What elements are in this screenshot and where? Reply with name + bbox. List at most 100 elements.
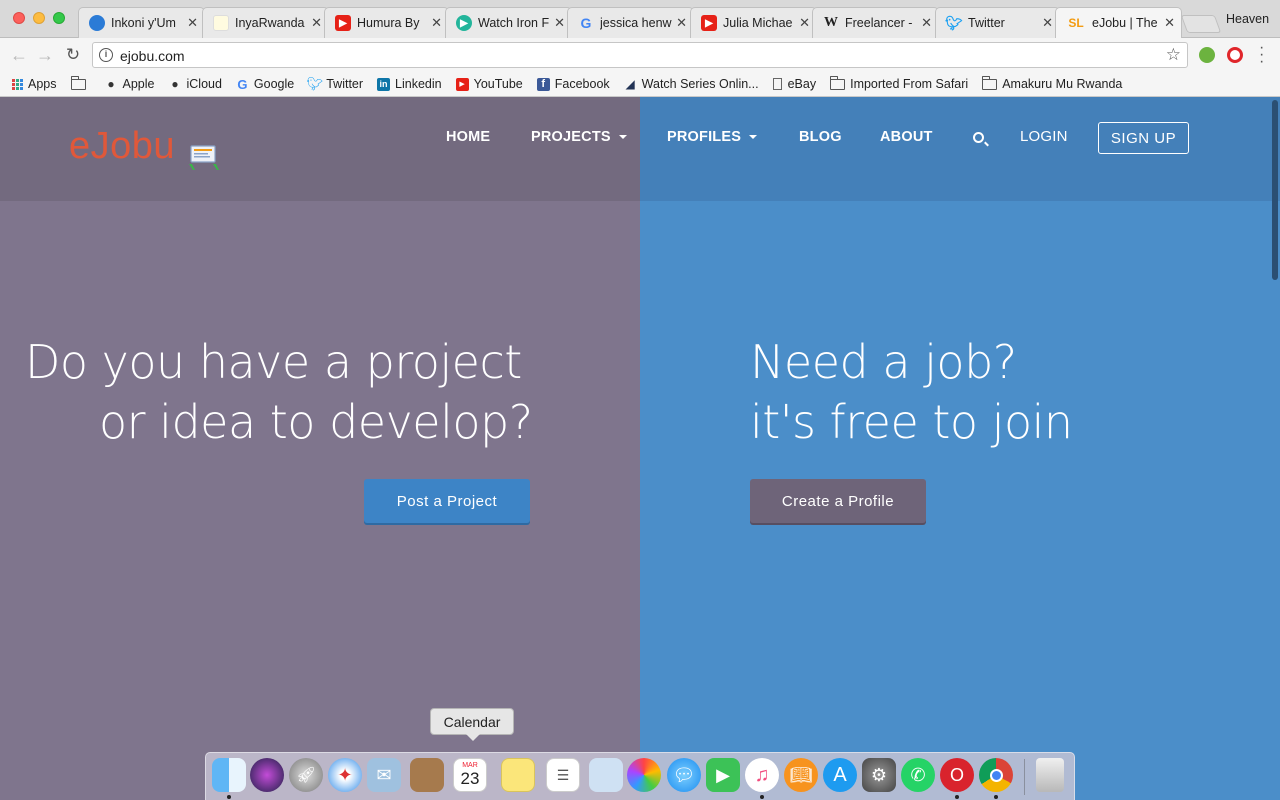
photos-icon[interactable] bbox=[627, 758, 661, 792]
itunes-icon[interactable]: ♫ bbox=[745, 758, 779, 792]
nav-home-link[interactable]: HOME bbox=[446, 129, 490, 145]
tab-label: Watch Iron F bbox=[478, 16, 550, 30]
bookmark-facebook[interactable]: f Facebook bbox=[536, 77, 610, 91]
close-tab-icon[interactable]: ✕ bbox=[431, 15, 442, 31]
browser-tab[interactable]: ▶ Humura By ✕ bbox=[324, 7, 449, 38]
system-preferences-icon[interactable]: ⚙ bbox=[862, 758, 896, 792]
close-tab-icon[interactable]: ✕ bbox=[1042, 15, 1053, 31]
nav-about-link[interactable]: ABOUT bbox=[880, 129, 933, 145]
notes-icon[interactable] bbox=[501, 758, 535, 792]
bookmark-label: Facebook bbox=[554, 77, 610, 91]
close-tab-icon[interactable]: ✕ bbox=[1164, 15, 1175, 31]
ibooks-icon[interactable]: 📖︎ bbox=[784, 758, 818, 792]
close-tab-icon[interactable]: ✕ bbox=[799, 15, 810, 31]
close-window-button[interactable] bbox=[13, 12, 25, 24]
twitter-icon: 🐦︎ bbox=[306, 76, 323, 91]
close-tab-icon[interactable]: ✕ bbox=[187, 15, 198, 31]
bookmark-star-icon[interactable]: ☆ bbox=[1166, 45, 1181, 65]
search-icon[interactable] bbox=[973, 132, 984, 143]
apple-icon: ● bbox=[107, 77, 115, 91]
calendar-icon[interactable]: MAR 23 bbox=[453, 758, 487, 792]
trash-icon[interactable] bbox=[1036, 758, 1064, 792]
bookmark-twitter[interactable]: 🐦︎ Twitter bbox=[306, 76, 363, 91]
url-text[interactable]: ejobu.com bbox=[120, 48, 185, 64]
chrome-center bbox=[989, 768, 1003, 782]
watchseries-icon: ◢ bbox=[625, 77, 635, 91]
browser-tab[interactable]: ▶ Julia Michae ✕ bbox=[690, 7, 817, 38]
site-info-icon[interactable]: i bbox=[99, 48, 113, 62]
address-bar[interactable]: i ejobu.com ☆ bbox=[92, 42, 1188, 68]
opera-extension-icon[interactable] bbox=[1227, 47, 1243, 63]
back-arrow-icon[interactable]: ← bbox=[8, 44, 30, 66]
close-tab-icon[interactable]: ✕ bbox=[676, 15, 687, 31]
scrollbar-thumb[interactable] bbox=[1272, 100, 1278, 280]
chrome-icon[interactable] bbox=[979, 758, 1013, 792]
mail-icon[interactable]: ✉ bbox=[367, 758, 401, 792]
bookmark-linkedin[interactable]: in Linkedin bbox=[377, 77, 442, 91]
post-project-button[interactable]: Post a Project bbox=[364, 479, 530, 523]
close-tab-icon[interactable]: ✕ bbox=[921, 15, 932, 31]
bookmark-folder[interactable] bbox=[70, 75, 91, 90]
browser-tab[interactable]: Inkoni y'Um ✕ bbox=[78, 7, 205, 38]
tab-label: Freelancer - bbox=[845, 16, 913, 30]
browser-tab-active[interactable]: SL eJobu | The ✕ bbox=[1055, 7, 1182, 38]
nav-blog-link[interactable]: BLOG bbox=[799, 129, 842, 145]
bookmark-google[interactable]: G Google bbox=[236, 76, 294, 92]
bookmark-youtube[interactable]: ▶ YouTube bbox=[455, 77, 523, 91]
zoom-window-button[interactable] bbox=[53, 12, 65, 24]
bookmark-ebay[interactable]: eBay bbox=[772, 77, 816, 91]
browser-tab[interactable]: 🐦︎ Twitter ✕ bbox=[935, 7, 1060, 38]
launchpad-icon[interactable]: 🚀︎ bbox=[289, 758, 323, 792]
bookmark-watch-series[interactable]: ◢ Watch Series Onlin... bbox=[624, 77, 759, 91]
bookmark-apple[interactable]: ● Apple bbox=[105, 77, 154, 91]
create-profile-button[interactable]: Create a Profile bbox=[750, 479, 926, 523]
nav-profiles-menu[interactable]: PROFILES bbox=[667, 129, 758, 145]
browser-tab-strip: Inkoni y'Um ✕ InyaRwanda ✕ ▶ Humura By ✕… bbox=[0, 0, 1280, 38]
bookmark-icloud[interactable]: ● iCloud bbox=[168, 77, 222, 91]
browser-tab[interactable]: ▶ Watch Iron F ✕ bbox=[445, 7, 572, 38]
facetime-icon[interactable]: ▶ bbox=[706, 758, 740, 792]
login-link[interactable]: LOGIN bbox=[1020, 128, 1068, 145]
browser-tab[interactable]: G jessica henw ✕ bbox=[567, 7, 694, 38]
sign-up-button[interactable]: SIGN UP bbox=[1098, 122, 1189, 154]
folder-icon bbox=[70, 75, 86, 90]
bookmark-imported-from-safari[interactable]: Imported From Safari bbox=[830, 75, 968, 91]
contacts-icon[interactable] bbox=[410, 758, 444, 792]
laptop-logo-icon bbox=[189, 145, 219, 170]
extension-icon[interactable] bbox=[1199, 47, 1215, 63]
page-scrollbar[interactable] bbox=[1270, 97, 1280, 800]
google-icon: G bbox=[237, 76, 248, 92]
bookmark-apps[interactable]: Apps bbox=[12, 77, 57, 91]
site-logo[interactable]: eJobu bbox=[69, 125, 175, 168]
forward-arrow-icon[interactable]: → bbox=[34, 44, 56, 66]
bookmark-label: Linkedin bbox=[395, 77, 442, 91]
opera-icon[interactable]: O bbox=[940, 758, 974, 792]
minimize-window-button[interactable] bbox=[33, 12, 45, 24]
safari-icon[interactable]: ✦ bbox=[328, 758, 362, 792]
page-icon bbox=[772, 78, 782, 90]
page-content: eJobu HOME PROJECTS PROFILES BLOG ABOUT … bbox=[0, 97, 1280, 800]
close-tab-icon[interactable]: ✕ bbox=[554, 15, 565, 31]
close-tab-icon[interactable]: ✕ bbox=[311, 15, 322, 31]
twitter-icon: 🐦︎ bbox=[945, 14, 963, 31]
nav-projects-menu[interactable]: PROJECTS bbox=[531, 129, 627, 145]
app-store-icon[interactable]: A bbox=[823, 758, 857, 792]
new-tab-button[interactable] bbox=[1180, 15, 1222, 33]
whatsapp-icon[interactable]: ✆ bbox=[901, 758, 935, 792]
calendar-day: 23 bbox=[460, 769, 480, 788]
preview-icon[interactable] bbox=[589, 758, 623, 792]
browser-tab[interactable]: W Freelancer - ✕ bbox=[812, 7, 939, 38]
caret-down-icon bbox=[618, 135, 627, 140]
finder-icon[interactable] bbox=[212, 758, 246, 792]
browser-tab[interactable]: InyaRwanda ✕ bbox=[202, 7, 329, 38]
apple-icon: ● bbox=[171, 77, 179, 91]
running-indicator bbox=[227, 795, 231, 799]
apps-grid-icon bbox=[12, 78, 23, 90]
messages-icon[interactable]: 💬︎ bbox=[667, 758, 701, 792]
siri-icon[interactable] bbox=[250, 758, 284, 792]
reload-icon[interactable]: ↻ bbox=[62, 44, 84, 66]
browser-profile-name[interactable]: Heaven bbox=[1226, 12, 1269, 26]
reminders-icon[interactable]: ☰ bbox=[546, 758, 580, 792]
chrome-menu-icon[interactable]: · · · bbox=[1259, 40, 1264, 70]
bookmark-amakuru-mu-rwanda[interactable]: Amakuru Mu Rwanda bbox=[982, 75, 1122, 91]
